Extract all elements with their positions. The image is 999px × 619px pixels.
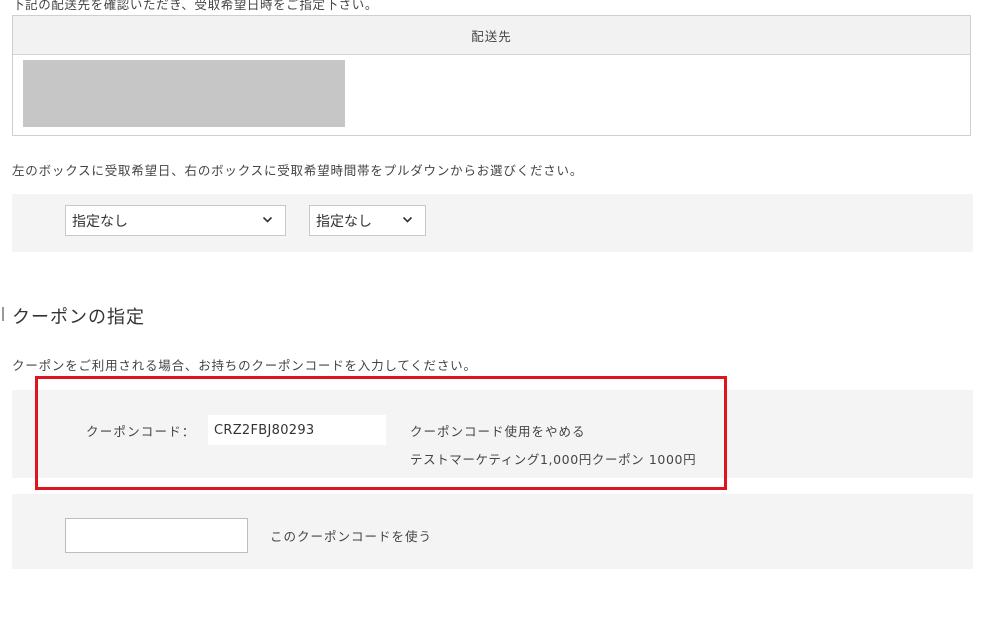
coupon-entry-panel: このクーポンコードを使う [12, 494, 973, 569]
redacted-address-block [23, 60, 345, 127]
destination-header: 配送先 [13, 16, 970, 55]
coupon-code-input[interactable] [65, 518, 248, 553]
delivery-time-value: 指定なし [316, 213, 372, 230]
highlight-annotation-box [35, 376, 727, 490]
delivery-time-select[interactable]: 指定なし [309, 205, 426, 236]
delivery-date-select[interactable]: 指定なし [65, 205, 286, 236]
chevron-down-icon [402, 216, 413, 223]
coupon-heading: クーポンの指定 [12, 307, 145, 328]
delivery-date-value: 指定なし [72, 213, 128, 230]
delivery-select-panel: 指定なし 指定なし [12, 194, 973, 252]
intro-text: 下記の配送先を確認いただき、受取希望日時をご指定下さい。 [12, 0, 378, 12]
delivery-instruction: 左のボックスに受取希望日、右のボックスに受取希望時間帯をプルダウンからお選びくだ… [12, 163, 584, 178]
use-coupon-link[interactable]: このクーポンコードを使う [270, 526, 432, 545]
heading-marker [0, 307, 4, 321]
chevron-down-icon [262, 216, 273, 223]
coupon-description: クーポンをご利用される場合、お持ちのクーポンコードを入力してください。 [12, 358, 477, 373]
